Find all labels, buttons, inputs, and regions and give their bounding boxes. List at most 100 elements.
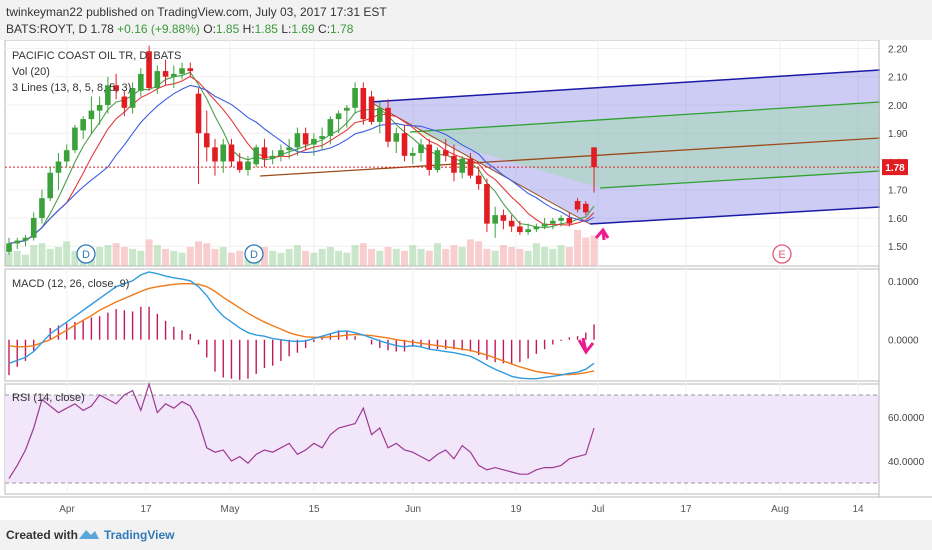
volume-bar: [433, 243, 441, 266]
candle-body: [525, 229, 531, 233]
volume-bar: [145, 239, 153, 266]
price-axis-tick: 2.10: [888, 73, 908, 84]
candle-body: [591, 147, 597, 168]
candle-body: [154, 71, 161, 89]
open-value: 1.85: [215, 22, 240, 36]
macd-pane-title[interactable]: MACD (12, 26, close, 9): [12, 278, 129, 290]
tradingview-logo-icon[interactable]: [78, 527, 100, 541]
candle-body: [212, 147, 218, 162]
candle-body: [30, 217, 37, 238]
time-axis-label: 14: [852, 504, 864, 515]
publish-info: twinkeyman22 published on TradingView.co…: [6, 5, 387, 19]
candle-body: [360, 88, 367, 120]
candle-body: [484, 184, 490, 224]
candle-body: [236, 161, 243, 170]
candle-body: [138, 73, 144, 91]
symbol-label: BATS:ROYT, D: [6, 22, 88, 36]
candle-body: [451, 155, 457, 173]
time-axis-label: 19: [510, 504, 522, 515]
volume-bar: [227, 252, 235, 266]
last-price-tag-label: 1.78: [885, 163, 905, 174]
candle-body: [550, 220, 556, 224]
candle-body: [220, 144, 227, 162]
candle-body: [278, 150, 284, 156]
low-value: 1.69: [291, 22, 315, 36]
candle-body: [434, 150, 441, 170]
time-axis-label: Jul: [592, 504, 605, 515]
volume-bar: [120, 247, 128, 266]
price-axis-tick: 1.70: [888, 186, 908, 197]
volume-bar: [219, 247, 227, 266]
rsi-pane-title[interactable]: RSI (14, close): [12, 392, 85, 404]
tradingview-brand[interactable]: TradingView: [104, 528, 174, 542]
volume-bar: [277, 252, 285, 266]
candle-body: [261, 147, 268, 159]
candle-body: [517, 226, 523, 233]
candle-body: [319, 136, 325, 139]
price-axis-tick: 1.60: [888, 214, 908, 225]
volume-bar: [186, 247, 194, 266]
volume-bar: [392, 248, 400, 266]
candle-body: [179, 68, 185, 74]
candle-body: [533, 226, 540, 230]
volume-bar: [318, 248, 326, 266]
volume-indicator-label[interactable]: Vol (20): [12, 66, 50, 78]
volume-bar: [475, 241, 483, 266]
price-axis-tick: 2.20: [888, 44, 908, 55]
candle-body: [426, 144, 433, 170]
close-value: 1.78: [330, 22, 354, 36]
candle-body: [171, 73, 177, 77]
candle-body: [80, 119, 86, 131]
candle-body: [566, 217, 573, 224]
time-axis-label: May: [221, 504, 240, 515]
candle-body: [245, 161, 251, 170]
volume-bar: [557, 245, 565, 266]
created-with-label: Created with: [6, 528, 79, 542]
chart-area[interactable]: Apr 17 May 15 Jun 19 Jul 17 Aug 14 2.20 2.10 2.00 1.9…: [0, 40, 932, 520]
time-axis-label: Jun: [405, 504, 421, 515]
volume-bar: [38, 243, 46, 266]
volume-bar: [21, 254, 29, 266]
chart-canvas[interactable]: Apr 17 May 15 Jun 19 Jul 17 Aug 14 2.20 2.10 2.00 1.9…: [0, 40, 932, 520]
volume-bar: [162, 248, 170, 266]
publish-text: published on TradingView.com, July 03, 2…: [86, 5, 387, 19]
candle-body: [294, 133, 301, 148]
candle-body: [574, 201, 581, 210]
candle-body: [558, 217, 564, 221]
quote-line: BATS:ROYT, D 1.78 +0.16 (+9.88%) O:1.85 …: [6, 22, 353, 36]
volume-bar: [137, 250, 145, 266]
candle-body: [442, 150, 449, 156]
volume-bar: [508, 247, 516, 266]
candle-body: [14, 240, 21, 244]
price-axis-tick: 1.90: [888, 129, 908, 140]
down-arrow-annotation: [577, 337, 595, 355]
volume-bar: [532, 243, 540, 266]
earnings-marker-label: E: [778, 249, 785, 261]
pane-border-1: [4, 268, 880, 382]
candle-body: [335, 113, 342, 120]
volume-bar: [458, 247, 466, 266]
volume-bar: [285, 248, 293, 266]
last-price: 1.78: [90, 22, 114, 36]
volume-bar: [129, 248, 137, 266]
macd-axis-tick: 0.1000: [888, 277, 919, 288]
candle-body: [195, 93, 202, 134]
candle-body: [492, 215, 498, 224]
volume-bar: [112, 243, 120, 266]
candle-body: [418, 144, 424, 153]
candle-body: [6, 243, 12, 252]
volume-bar: [524, 250, 532, 266]
close-label: C:: [318, 22, 331, 36]
volume-bar: [425, 250, 433, 266]
volume-bar: [368, 248, 376, 266]
volume-bar: [211, 248, 219, 266]
candle-body: [47, 172, 53, 199]
candle-body: [475, 175, 482, 185]
volume-bar: [335, 250, 343, 266]
high-label: H:: [242, 22, 255, 36]
price-pane-title: PACIFIC COAST OIL TR, D, BATS: [12, 50, 182, 62]
three-lines-indicator-label[interactable]: 3 Lines (13, 8, 5, 8, 5, 3): [12, 82, 131, 94]
author-name[interactable]: twinkeyman22: [6, 5, 83, 19]
volume-bar: [409, 245, 417, 266]
candle-body: [88, 110, 95, 120]
